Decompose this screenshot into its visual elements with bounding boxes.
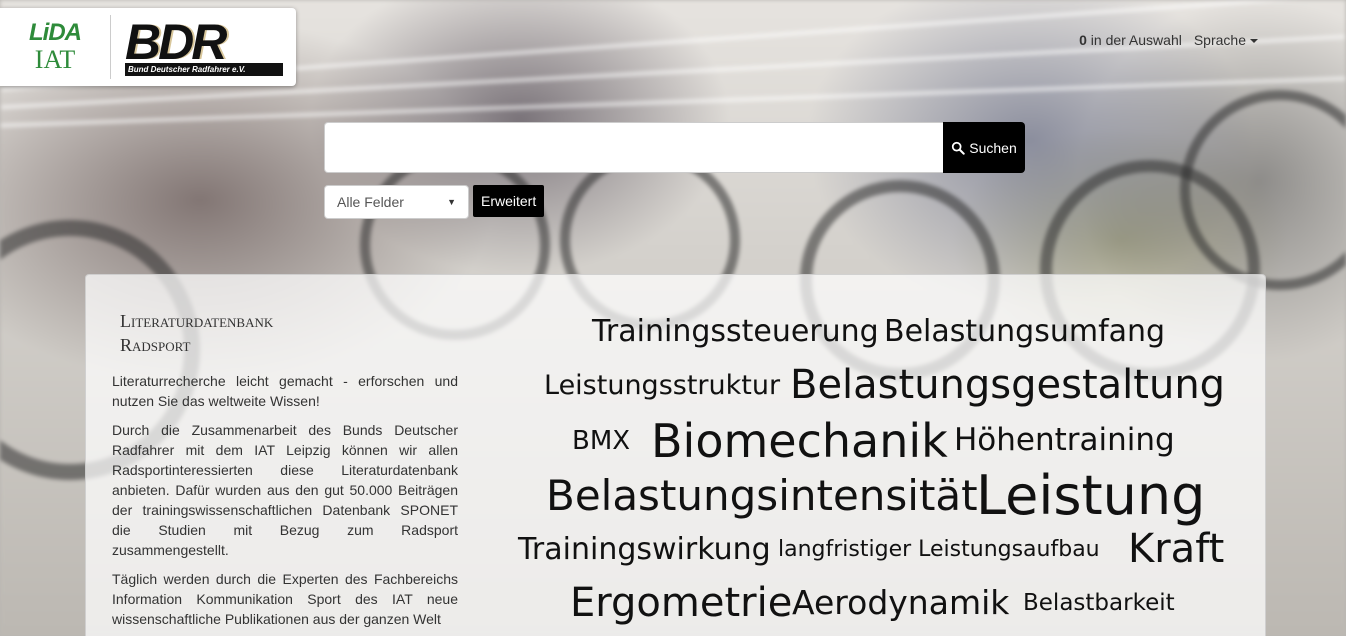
advanced-search-button[interactable]: Erweitert [473,185,545,217]
search-icon [952,141,965,155]
lida-logo-text: LiDA [29,19,82,46]
tag-link[interactable]: Leistung [976,469,1205,523]
dropdown-arrow-icon: ▼ [447,197,456,207]
tag-link[interactable]: Höhentraining [954,425,1175,456]
content-panel: Literaturdatenbank Radsport Literaturrec… [85,274,1266,636]
tag-link[interactable]: Belastungsgestaltung [790,365,1225,405]
language-label: Sprache [1193,32,1246,48]
tag-link[interactable]: Kraft [1128,529,1224,569]
selection-count: 0 [1079,32,1087,48]
tag-link[interactable]: Belastungsintensität [546,475,978,517]
tag-link[interactable]: Aerodynamik [792,586,1009,619]
bdr-logo[interactable]: BDR Bund Deutscher Radfahrer e.V. [125,14,285,80]
tag-link[interactable]: Trainingswirkung [518,535,771,565]
tag-link[interactable]: Belastungsumfang [884,317,1165,347]
selection-link[interactable]: 0 in der Auswahl [1079,32,1182,48]
search-button[interactable]: Suchen [943,122,1025,173]
bdr-logo-text: BDR [125,14,227,70]
tag-cloud: Trainingssteuerung Belastungsumfang Leis… [86,275,1265,636]
tag-link[interactable]: langfristiger Leistungsaufbau [778,539,1100,561]
caret-down-icon [1250,39,1258,44]
logo-divider [110,15,111,79]
lida-iat-logo[interactable]: LiDA IAT [0,20,110,74]
tag-link[interactable]: Trainingssteuerung [592,317,879,347]
tag-link[interactable]: Leistungsstruktur [544,372,780,399]
search-input[interactable] [324,122,943,173]
bdr-logo-subtitle: Bund Deutscher Radfahrer e.V. [125,63,283,76]
tag-link[interactable]: Belastbarkeit [1023,592,1175,615]
tag-link[interactable]: Ergometrie [570,583,792,623]
tag-link[interactable]: BMX [572,428,630,454]
field-select-value: Alle Felder [337,194,404,210]
search-options: Alle Felder ▼ Erweitert [324,185,545,219]
language-dropdown[interactable]: Sprache [1194,32,1258,48]
selection-label: in der Auswahl [1090,32,1182,48]
top-nav: 0 in der Auswahl Sprache [1079,32,1258,48]
search-bar: Suchen [324,122,1025,173]
field-select[interactable]: Alle Felder ▼ [324,185,469,219]
logo-panel: LiDA IAT BDR Bund Deutscher Radfahrer e.… [0,8,296,86]
search-button-label: Suchen [969,139,1017,156]
tag-link[interactable]: Biomechanik [651,418,948,464]
iat-logo-text: IAT [34,45,76,74]
